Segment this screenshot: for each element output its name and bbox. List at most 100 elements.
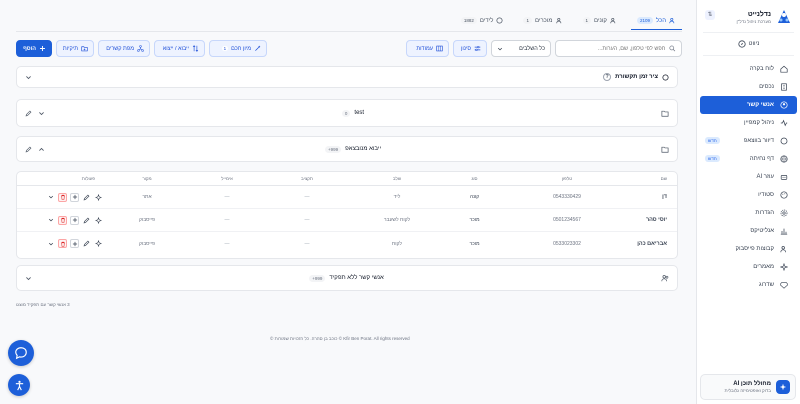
pin-icon[interactable]: ⇅ (705, 10, 715, 20)
search-input[interactable] (561, 45, 666, 52)
column-header[interactable]: שלב (347, 176, 447, 181)
tab-all[interactable]: הכל 2109 (630, 12, 682, 30)
folder-card-test[interactable]: test 0 (16, 99, 678, 127)
sparkle-icon[interactable] (94, 239, 103, 248)
pencil-icon[interactable] (82, 193, 91, 202)
sidebar-item-articles[interactable]: מאמרים (700, 258, 797, 276)
column-header[interactable]: סוג (447, 176, 502, 181)
sparkle-icon[interactable] (94, 216, 103, 225)
tab-sellers[interactable]: מוכרים 1 (517, 12, 568, 30)
contact-stage: לקוח (391, 240, 403, 247)
accessibility-button[interactable] (8, 374, 30, 396)
column-header[interactable]: תקציב (267, 176, 347, 181)
divider (16, 31, 682, 32)
user-circle-icon (780, 101, 788, 109)
network-icon (137, 45, 144, 52)
contact-email: — (224, 240, 230, 247)
chat-support-button[interactable] (8, 340, 34, 366)
sidebar-item-upgrade[interactable]: שדרוג (700, 276, 797, 294)
tab-buyers[interactable]: קונים 1 (577, 12, 623, 30)
robot-icon (780, 173, 788, 181)
table-row[interactable]: אבריאם כהן 0533023302 מוכר לקוח — — פייס… (17, 232, 677, 255)
sidebar-item-campaigns[interactable]: ניהול קמפיין (700, 114, 797, 132)
tab-leads[interactable]: לידים 1882 (455, 12, 510, 30)
chevron-down-icon[interactable] (46, 239, 55, 248)
tab-count: 1 (582, 17, 592, 24)
chevron-up-icon[interactable] (38, 146, 45, 153)
contact-source: פייסבוק (138, 217, 155, 223)
sidebar-item-settings[interactable]: הגדרות (700, 204, 797, 222)
columns-button[interactable]: עמודות (406, 40, 449, 57)
folder-plus-icon (81, 46, 88, 52)
nav-section-title: ניווט (697, 37, 800, 51)
home-icon (780, 65, 788, 73)
table-row[interactable]: דן 0543330429 קונה ליד — — אתר (17, 186, 677, 209)
folders-button[interactable]: תיקיות (56, 40, 94, 57)
sidebar-item-studio[interactable]: סטודיו (700, 186, 797, 204)
trash-icon[interactable] (58, 192, 67, 202)
sidebar-item-facebook-groups[interactable]: קבוצות פייסבוק (700, 240, 797, 258)
users-icon (669, 17, 675, 24)
plus-icon[interactable] (70, 239, 79, 248)
ai-content-generator-card[interactable]: מחולל תוכן AI בדוק ואופטימיזה גלובלית (700, 374, 796, 400)
sidebar-item-properties[interactable]: נכסים (700, 78, 797, 96)
compass-icon (737, 40, 746, 48)
pencil-icon[interactable] (82, 239, 91, 248)
chevron-down-icon[interactable] (25, 275, 32, 282)
sidebar-item-landing-page[interactable]: דף נחיתה חדש (700, 150, 797, 168)
column-header[interactable]: שם (632, 176, 677, 181)
sparkle-icon[interactable] (94, 193, 103, 202)
tab-count: 2109 (636, 17, 653, 24)
sidebar-item-analytics[interactable]: אנליטיקס (700, 222, 797, 240)
add-contact-button[interactable]: הוסף (16, 40, 52, 57)
contacts-without-role-card[interactable]: אנשי קשר ללא תפקיד 999+ (16, 265, 678, 291)
magic-wand-icon (255, 45, 261, 51)
search-box (555, 40, 682, 57)
chevron-down-icon[interactable] (46, 216, 55, 225)
pencil-icon[interactable] (25, 146, 32, 153)
import-export-button[interactable]: ייבוא / ייצוא (154, 40, 205, 57)
column-header: פעולות (81, 176, 95, 181)
accessibility-icon (15, 380, 23, 390)
folder-icon (661, 110, 669, 117)
trash-icon[interactable] (58, 239, 67, 248)
smart-sort-button[interactable]: מיון חכם 1 (209, 40, 267, 57)
filter-button[interactable]: סינון (453, 40, 487, 57)
search-icon (669, 45, 676, 52)
sidebar-item-contacts[interactable]: אנשי קשר (700, 96, 797, 114)
sidebar-item-dashboard[interactable]: לוח בקרה (700, 60, 797, 78)
sparkle-icon (776, 380, 790, 394)
sort-count-badge: 1 (221, 46, 229, 51)
trash-icon[interactable] (58, 215, 67, 225)
chevron-down-icon[interactable] (25, 74, 32, 81)
contact-name[interactable]: דן (632, 194, 677, 200)
contact-name[interactable]: אבריאם כהן (632, 241, 677, 247)
sidebar-item-ai-assistant[interactable]: עוזר AI (700, 168, 797, 186)
plus-icon[interactable] (70, 192, 79, 202)
table-row[interactable]: יוסי סהר 0501234567 מוכר לקוח לשעבר — — … (17, 209, 677, 232)
chevron-down-icon[interactable] (38, 110, 45, 117)
chevron-down-icon[interactable] (46, 193, 55, 202)
plus-icon[interactable] (70, 215, 79, 225)
relationship-map-button[interactable]: מפת קשרים (98, 40, 150, 57)
column-header[interactable]: אימייל (187, 176, 267, 181)
contact-stage: ליד (393, 194, 401, 200)
users-icon (780, 245, 788, 253)
sidebar-nav: לוח בקרה נכסים אנשי קשר ניהול קמפיין דיו… (697, 60, 800, 294)
row-actions (17, 215, 107, 225)
pencil-icon[interactable] (82, 216, 91, 225)
sparkle-icon (780, 263, 788, 271)
sidebar-item-whatsapp[interactable]: דיוור בווצאפ חדש (700, 132, 797, 150)
stage-select[interactable]: כל השלבים (491, 40, 551, 57)
pencil-icon[interactable] (25, 110, 32, 117)
communication-timeline-card[interactable]: ציר זמן תקשורת ? (16, 66, 678, 88)
contact-name[interactable]: יוסי סהר (632, 217, 677, 223)
chat-icon (780, 137, 788, 145)
help-icon[interactable]: ? (603, 73, 612, 81)
column-header[interactable]: מקור (107, 176, 187, 181)
contacts-count-summary: 3 אנשי קשר עם תפקיד מוצגו (16, 302, 70, 307)
folder-card-import[interactable]: ייבוא מנובצאפ 999+ (16, 136, 678, 162)
column-header[interactable]: טלפון (502, 176, 632, 181)
ai-card-title: מחולל תוכן AI (733, 381, 771, 387)
contact-email: — (224, 217, 230, 223)
